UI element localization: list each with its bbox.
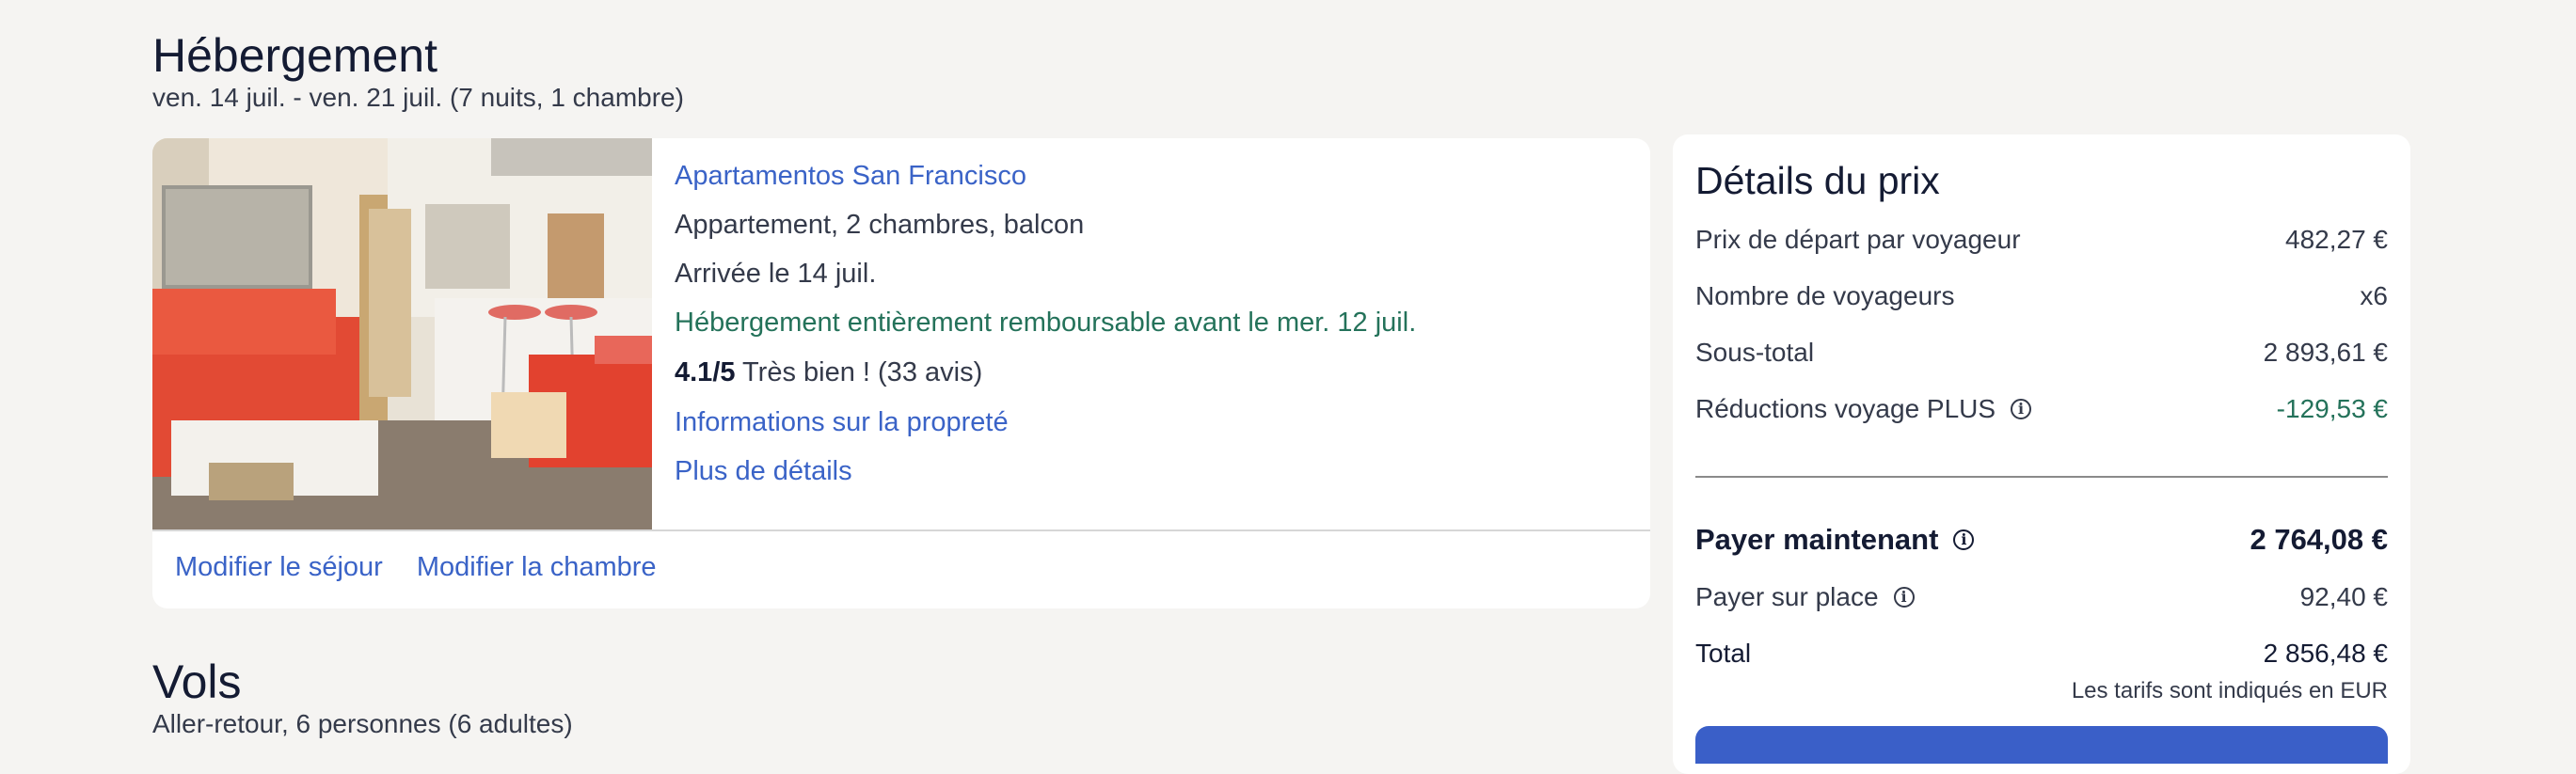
modify-stay-link[interactable]: Modifier le séjour: [175, 552, 383, 582]
rating-score: 4.1/5: [675, 357, 736, 387]
pay-now-value: 2 764,08 €: [2250, 523, 2388, 556]
price-row-travelers: Nombre de voyageurs x6: [1695, 281, 2388, 311]
pay-on-site-label: Payer sur place: [1695, 582, 1879, 611]
price-row-label: Nombre de voyageurs: [1695, 281, 1955, 310]
hotel-actions: Modifier le séjour Modifier la chambre: [175, 552, 683, 583]
pay-on-site-value: 92,40 €: [2299, 582, 2388, 611]
hotel-photo-image: [152, 138, 652, 529]
rating-text: Très bien ! (33 avis): [742, 357, 983, 387]
price-separator: [1695, 476, 2388, 478]
price-row-label: Prix de départ par voyageur: [1695, 225, 2021, 254]
more-details-link[interactable]: Plus de détails: [675, 456, 852, 487]
pay-on-site-row: Payer sur place i 92,40 €: [1695, 582, 2388, 612]
price-row-subtotal: Sous-total 2 893,61 €: [1695, 338, 2388, 368]
accommodation-dates: ven. 14 juil. - ven. 21 juil. (7 nuits, …: [152, 83, 684, 112]
hotel-card: Apartamentos San Francisco Appartement, …: [152, 138, 1650, 608]
modify-room-link[interactable]: Modifier la chambre: [417, 552, 657, 582]
total-label: Total: [1695, 639, 1752, 668]
rating: 4.1/5 Très bien ! (33 avis): [675, 357, 982, 388]
currency-note: Les tarifs sont indiqués en EUR: [2071, 678, 2388, 703]
total-row: Total 2 856,48 €: [1695, 639, 2388, 669]
price-row-label: Réductions voyage PLUS: [1695, 394, 1996, 423]
hotel-photo[interactable]: [152, 138, 652, 529]
checkin-date: Arrivée le 14 juil.: [675, 259, 877, 289]
price-details-title: Détails du prix: [1695, 159, 1940, 202]
cleanliness-link[interactable]: Informations sur la propreté: [675, 407, 1009, 438]
hotel-name-link[interactable]: Apartamentos San Francisco: [675, 161, 1026, 192]
pay-now-row: Payer maintenant i 2 764,08 €: [1695, 523, 2388, 557]
flights-summary: Aller-retour, 6 personnes (6 adultes): [152, 709, 573, 738]
accommodation-heading: Hébergement: [152, 29, 437, 82]
continue-button[interactable]: [1695, 726, 2388, 764]
price-row-per-traveler: Prix de départ par voyageur 482,27 €: [1695, 225, 2388, 255]
total-value: 2 856,48 €: [2263, 639, 2388, 668]
price-row-value: x6: [2360, 281, 2388, 310]
price-details-card: Détails du prix Prix de départ par voyag…: [1673, 134, 2410, 774]
price-row-value: -129,53 €: [2276, 394, 2388, 423]
price-row-value: 482,27 €: [2285, 225, 2388, 254]
info-icon[interactable]: i: [1953, 529, 1975, 550]
info-icon[interactable]: i: [2011, 399, 2032, 419]
price-row-value: 2 893,61 €: [2263, 338, 2388, 367]
info-icon[interactable]: i: [1893, 587, 1915, 608]
flights-heading: Vols: [152, 656, 242, 708]
pay-now-label: Payer maintenant: [1695, 523, 1939, 556]
price-row-label: Sous-total: [1695, 338, 1815, 367]
price-row-discount: Réductions voyage PLUS i -129,53 €: [1695, 394, 2388, 424]
card-divider: [152, 529, 1650, 531]
room-type: Appartement, 2 chambres, balcon: [675, 210, 1085, 240]
refund-policy: Hébergement entièrement remboursable ava…: [675, 308, 1417, 338]
